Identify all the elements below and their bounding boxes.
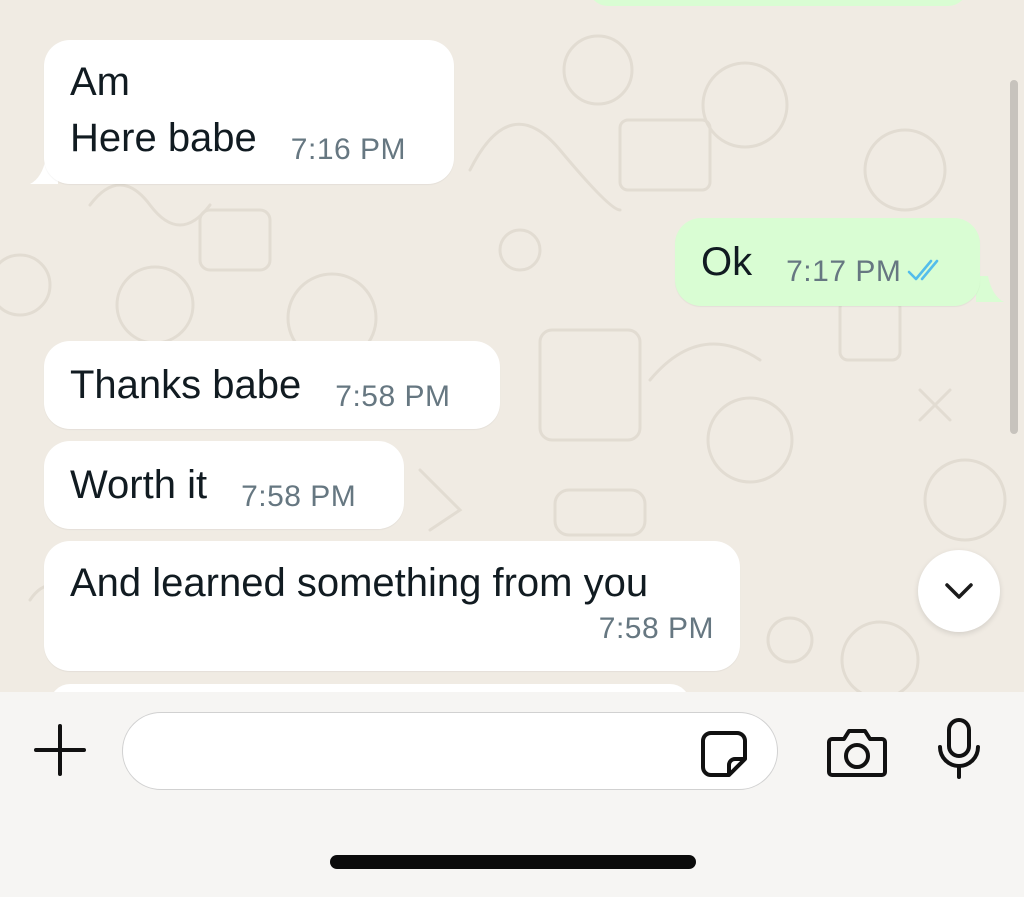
message-text: Ok xyxy=(701,240,753,284)
scrollbar[interactable] xyxy=(1010,80,1018,434)
message-input-bar xyxy=(0,692,1024,897)
message-bubble-incoming[interactable]: Am Here babe 7:16 PM xyxy=(44,40,454,184)
double-check-icon xyxy=(908,259,939,281)
bubble-tail xyxy=(976,276,1004,302)
message-timestamp: 7:58 PM xyxy=(335,380,451,413)
chat-area: Am Here babe 7:16 PM Ok 7:17 PM Thanks b… xyxy=(0,0,1024,692)
microphone-icon xyxy=(938,718,980,779)
camera-button[interactable] xyxy=(824,722,890,782)
plus-icon xyxy=(34,724,86,776)
attach-button[interactable] xyxy=(28,718,92,782)
message-text: Worth it xyxy=(70,463,208,507)
sticker-button[interactable] xyxy=(696,726,752,782)
camera-icon xyxy=(827,729,887,777)
message-bubble-incoming[interactable]: Worth it 7:58 PM xyxy=(44,441,404,529)
scroll-to-bottom-button[interactable] xyxy=(918,550,1000,632)
sticker-icon xyxy=(701,731,747,777)
message-bubble-incoming[interactable]: And learned something from you 7:58 PM xyxy=(44,541,740,671)
message-bubble-incoming[interactable]: Thanks babe 7:58 PM xyxy=(44,341,500,429)
message-text: Thanks babe xyxy=(70,363,302,407)
message-timestamp: 7:58 PM xyxy=(241,480,357,513)
message-text: And learned something from you xyxy=(70,561,649,605)
message-bubble-outgoing[interactable]: Ok 7:17 PM xyxy=(675,218,980,306)
voice-message-button[interactable] xyxy=(932,716,986,782)
home-indicator[interactable] xyxy=(330,855,696,869)
next-incoming-bubble-edge xyxy=(50,684,690,692)
message-timestamp: 7:16 PM xyxy=(290,133,407,166)
message-text-line: Am xyxy=(70,60,130,104)
previous-outgoing-bubble-edge xyxy=(588,0,968,6)
message-timestamp: 7:17 PM xyxy=(786,255,902,288)
chevron-down-icon xyxy=(945,583,973,599)
message-text-line: Here babe xyxy=(70,116,257,160)
message-input[interactable] xyxy=(122,712,778,790)
message-timestamp: 7:58 PM xyxy=(598,612,714,645)
